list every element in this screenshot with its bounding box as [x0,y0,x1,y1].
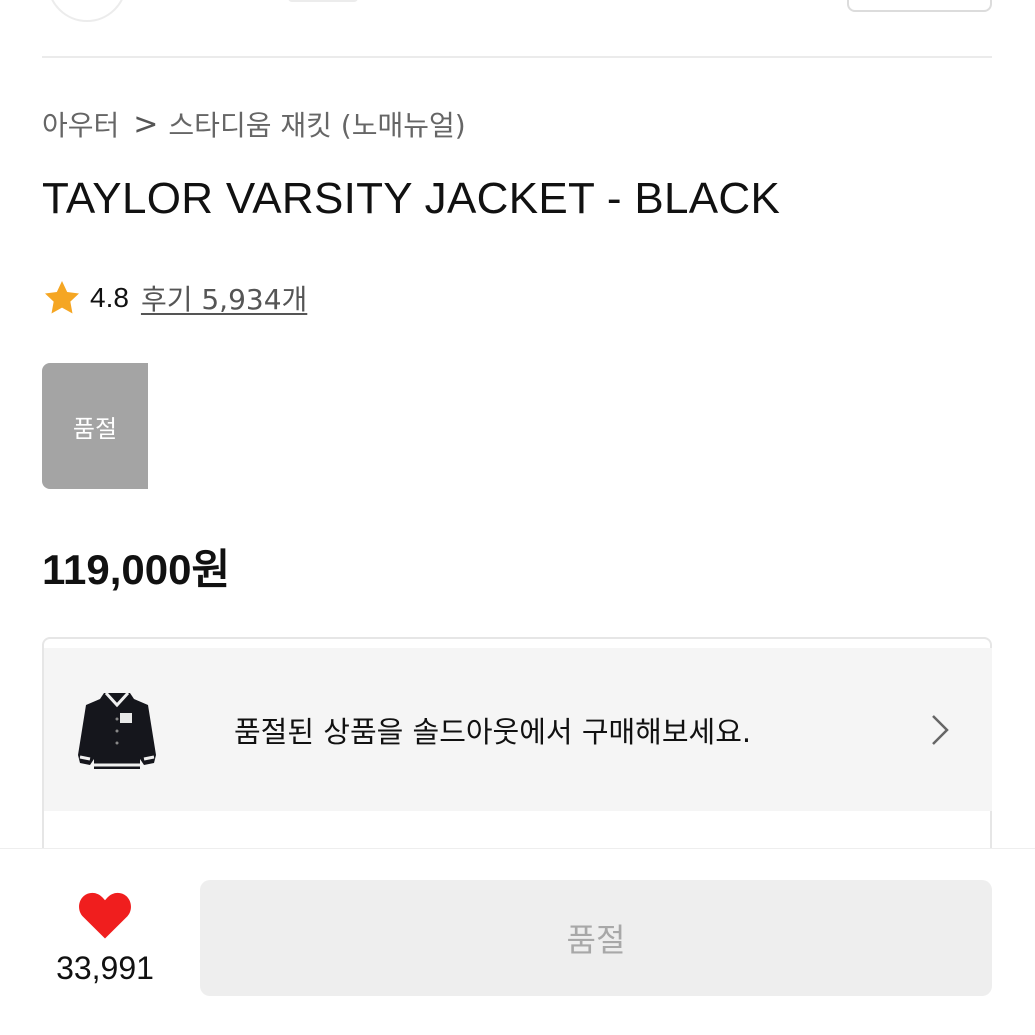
breadcrumb-category[interactable]: 아우터 [42,104,119,144]
header-divider [42,56,992,58]
like-count: 33,991 [56,950,154,986]
soldout-banner-text: 품절된 상품을 솔드아웃에서 구매해보세요. [234,714,752,749]
rating-value: 4.8 [90,282,129,313]
review-count-link[interactable]: 후기 5,934개 [141,278,307,318]
buy-button-label: 품절 [566,921,626,959]
soldout-badge-label: 품절 [72,414,118,443]
rating-row: 4.8 후기 5,934개 [42,278,307,318]
breadcrumb-subcategory[interactable]: 스타디움 재킷 (노매뉴얼) [168,104,465,144]
chevron-right-icon [928,710,952,750]
breadcrumb-separator: > [133,106,159,142]
profile-avatar[interactable] [47,0,127,22]
varsity-jacket-thumbnail-icon [74,685,160,775]
heart-icon [77,880,133,944]
soldout-marketplace-banner[interactable]: 품절된 상품을 솔드아웃에서 구매해보세요. [44,648,992,811]
product-title: TAYLOR VARSITY JACKET - BLACK [42,174,781,223]
soldout-buy-button[interactable]: 품절 [200,880,992,996]
header-button[interactable] [847,0,992,12]
product-price: 119,000원 [42,546,231,593]
header-chip [288,0,358,2]
soldout-badge: 품절 [42,363,148,489]
breadcrumb: 아우터 > 스타디움 재킷 (노매뉴얼) [42,104,466,144]
like-button[interactable]: 33,991 [40,880,170,990]
star-icon [42,278,82,318]
